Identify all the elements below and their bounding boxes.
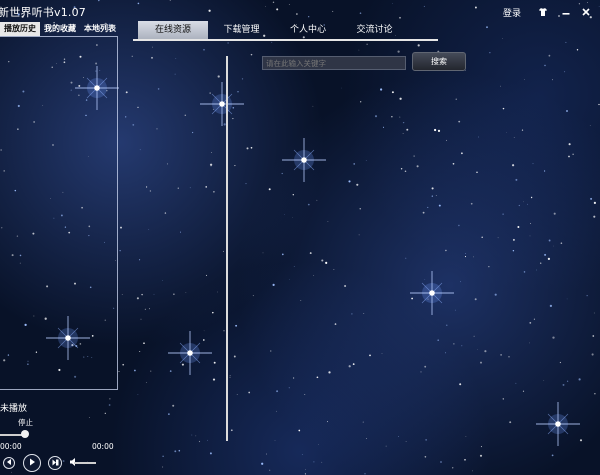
- next-icon: [52, 459, 59, 468]
- left-tabs: 播放历史 我的收藏 本地列表: [0, 22, 120, 36]
- tab-personal-center[interactable]: 个人中心: [275, 21, 341, 40]
- close-icon: [580, 6, 592, 18]
- play-button[interactable]: [23, 454, 41, 472]
- main-tabs: 在线资源 下载管理 个人中心 交流讨论: [138, 21, 438, 40]
- search-input[interactable]: [262, 56, 406, 70]
- play-icon: [28, 458, 36, 468]
- category-divider: [226, 56, 228, 441]
- minimize-icon: [560, 6, 572, 18]
- time-current: 00:00: [0, 442, 22, 451]
- tab-download-manager[interactable]: 下载管理: [208, 21, 275, 40]
- close-button[interactable]: [580, 5, 592, 19]
- login-button[interactable]: 登录: [503, 5, 521, 19]
- time-total: 00:00: [92, 442, 114, 451]
- tab-favorites[interactable]: 我的收藏: [40, 22, 80, 36]
- tab-online-resources[interactable]: 在线资源: [138, 21, 208, 40]
- progress-handle[interactable]: [21, 430, 29, 438]
- tab-play-history[interactable]: 播放历史: [0, 22, 40, 36]
- minimize-button[interactable]: [560, 5, 572, 19]
- app-title: 新世界听书v1.07: [0, 6, 87, 19]
- tab-local-list[interactable]: 本地列表: [80, 22, 120, 36]
- previous-button[interactable]: [3, 457, 15, 469]
- left-list-panel[interactable]: [0, 36, 118, 390]
- search-button[interactable]: 搜索: [412, 52, 466, 71]
- next-button[interactable]: [48, 456, 62, 470]
- shirt-icon: [537, 6, 549, 18]
- previous-icon: [6, 459, 12, 467]
- volume-slider[interactable]: [74, 462, 96, 464]
- stop-button[interactable]: 停止: [18, 417, 33, 428]
- tab-underline: [133, 39, 438, 41]
- skin-button[interactable]: [537, 5, 549, 19]
- tab-discussion[interactable]: 交流讨论: [341, 21, 408, 40]
- play-status: 未播放: [0, 404, 28, 414]
